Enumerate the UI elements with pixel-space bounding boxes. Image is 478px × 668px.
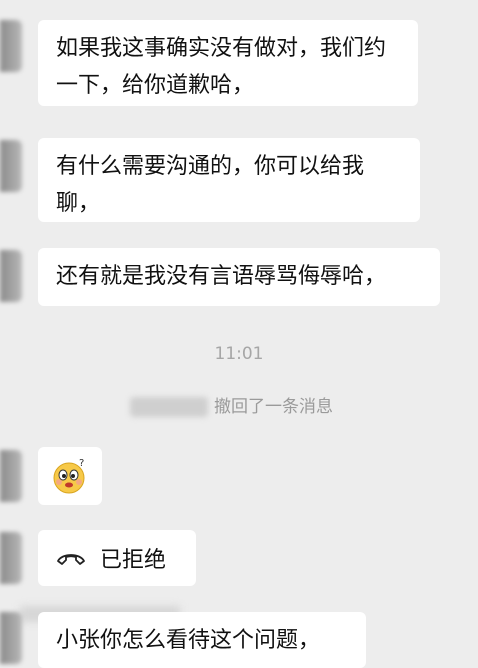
message-bubble[interactable]: 如果我这事确实没有做对，我们约 一下，给你道歉哈， [38, 20, 418, 106]
call-status-label: 已拒绝 [100, 548, 167, 573]
thinking-face-emoji: ? [53, 458, 85, 494]
avatar[interactable] [0, 450, 22, 502]
timestamp: 11:01 [214, 344, 264, 364]
avatar[interactable] [0, 250, 22, 302]
message-bubble[interactable]: 有什么需要沟通的，你可以给我 聊， [38, 138, 420, 222]
avatar[interactable] [0, 20, 22, 72]
hangup-phone-icon [57, 554, 85, 565]
message-bubble[interactable]: 还有就是我没有言语辱骂侮辱哈， [38, 248, 440, 306]
recall-notice: 撤回了一条消息 [130, 392, 333, 417]
avatar[interactable] [0, 612, 22, 664]
emoji-message-bubble[interactable]: ? [38, 447, 102, 505]
message-bubble[interactable]: 小张你怎么看待这个问题， [38, 612, 366, 668]
svg-text:?: ? [79, 458, 84, 469]
call-declined-bubble[interactable]: 已拒绝 [38, 530, 196, 586]
avatar[interactable] [0, 532, 22, 584]
recall-notice-text: 撤回了一条消息 [214, 397, 333, 417]
avatar[interactable] [0, 140, 22, 192]
blurred-sender-name [130, 397, 208, 417]
